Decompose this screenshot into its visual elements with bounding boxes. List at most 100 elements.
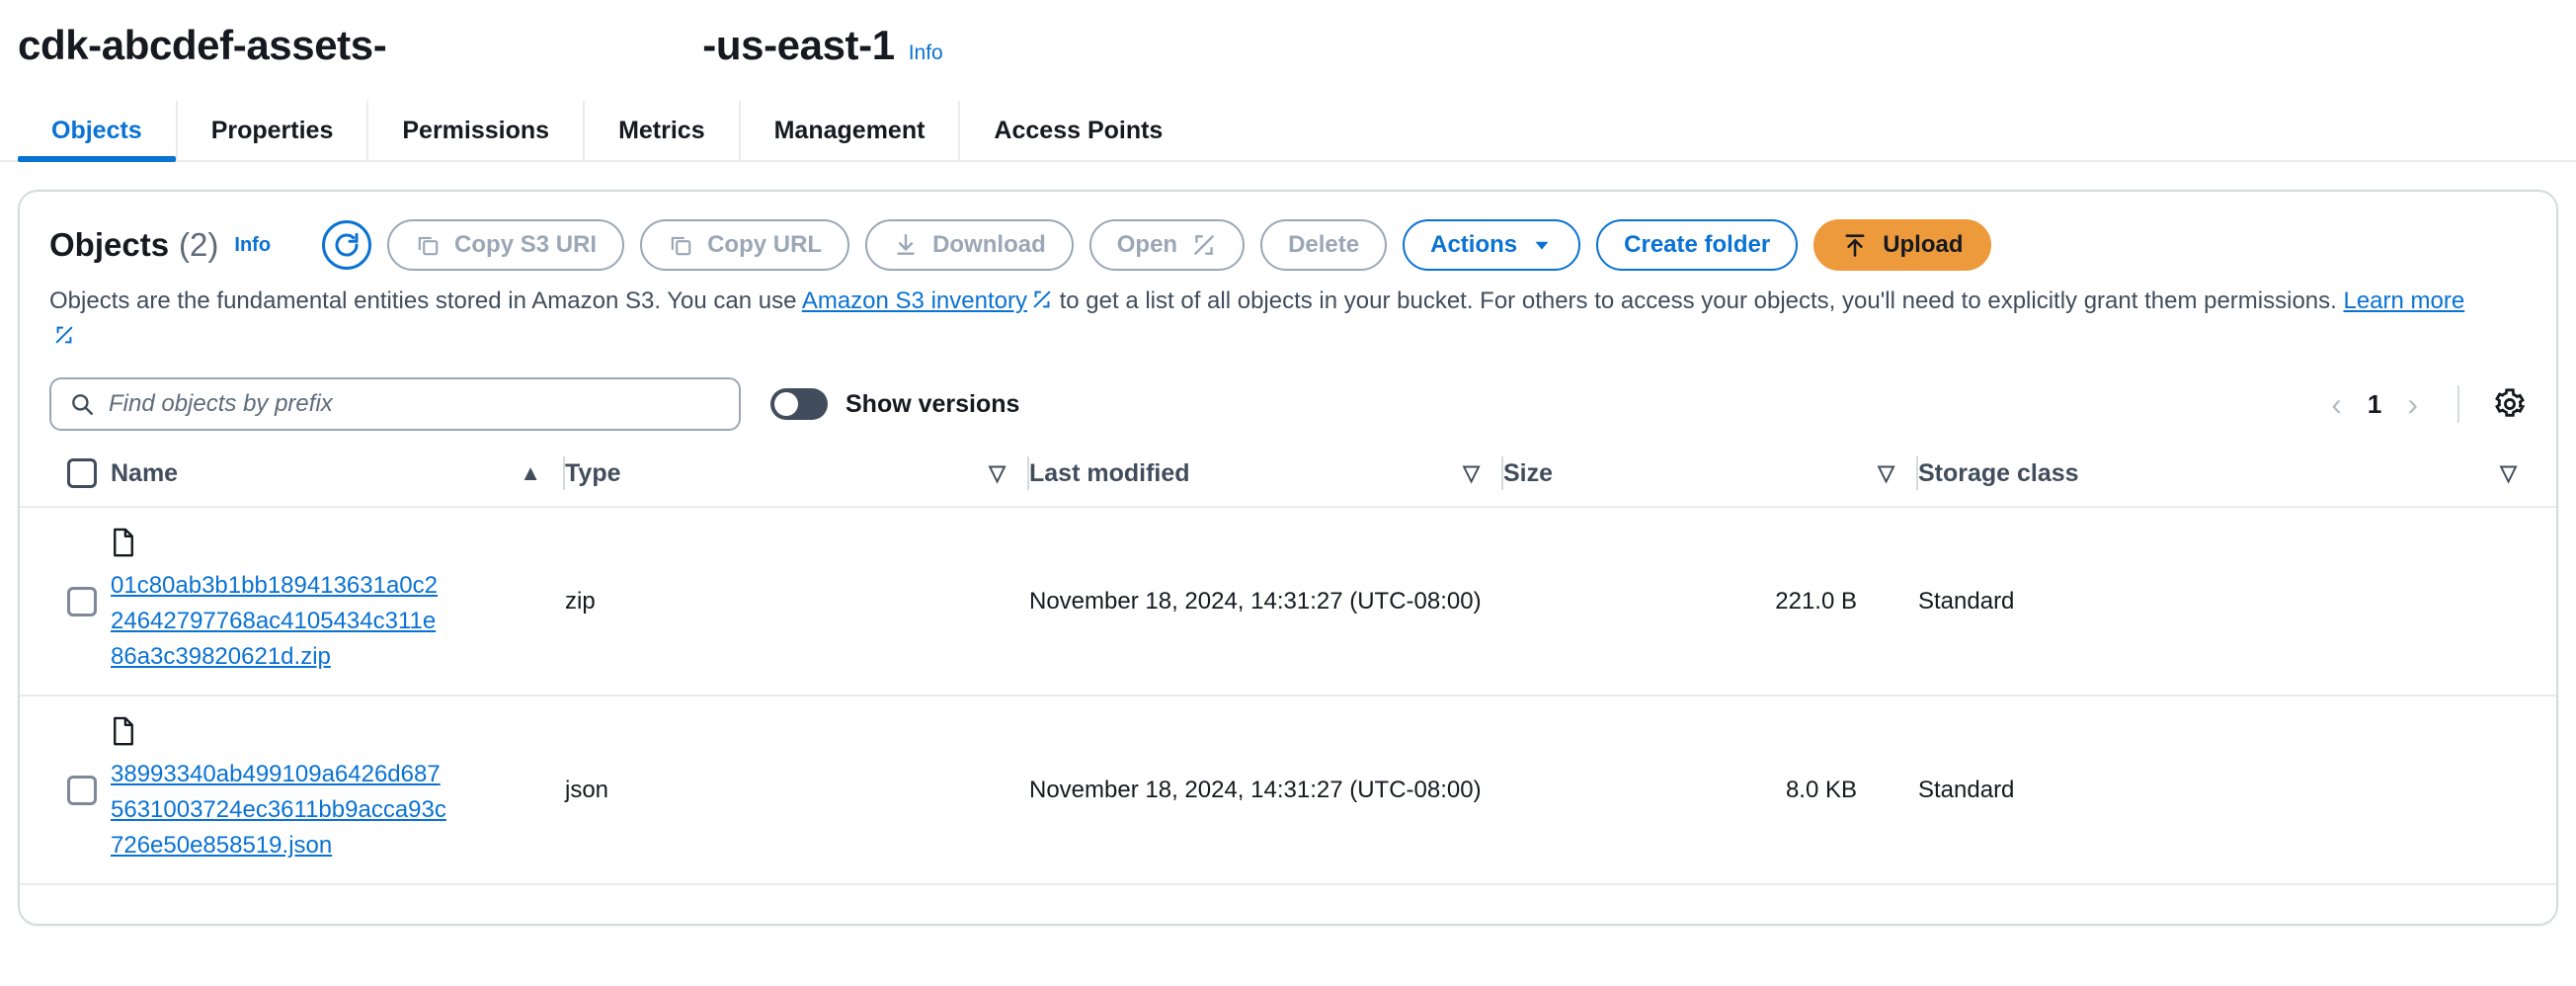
tab-objects-label: Objects — [51, 116, 142, 144]
row-checkbox[interactable] — [67, 775, 97, 805]
tab-metrics[interactable]: Metrics — [585, 101, 741, 160]
objects-table-body: 01c80ab3b1bb189413631a0c224642797768ac41… — [20, 507, 2556, 886]
copy-s3-uri-button[interactable]: Copy S3 URI — [387, 219, 625, 271]
objects-panel: Objects (2) Info Copy S3 URI Copy URL Do… — [18, 190, 2558, 926]
upload-label: Upload — [1883, 231, 1964, 258]
pagination: ‹ 1 › — [2325, 385, 2527, 424]
tab-access-points-label: Access Points — [994, 116, 1164, 144]
external-link-icon — [1031, 287, 1053, 320]
show-versions-toggle[interactable]: Show versions — [770, 388, 1020, 421]
download-icon — [897, 234, 915, 255]
refresh-icon — [335, 232, 359, 257]
table-row: 38993340ab499109a6426d6875631003724ec361… — [20, 696, 2556, 886]
pager-divider — [2457, 385, 2459, 424]
open-button[interactable]: Open — [1088, 219, 1246, 271]
amazon-s3-inventory-link[interactable]: Amazon S3 inventory — [802, 288, 1027, 314]
chevron-down-icon — [1535, 241, 1549, 250]
search-objects-box[interactable] — [49, 377, 741, 432]
bucket-name-suffix: -us-east-1 — [702, 22, 895, 68]
object-name-link[interactable]: 38993340ab499109a6426d6875631003724ec361… — [111, 757, 446, 863]
tab-management-label: Management — [773, 116, 926, 144]
page-number[interactable]: 1 — [2368, 389, 2381, 420]
sort-icon: ▽ — [989, 460, 1006, 486]
column-name-label: Name — [111, 458, 179, 487]
copy-s3-uri-label: Copy S3 URI — [454, 231, 598, 258]
actions-label: Actions — [1430, 231, 1518, 258]
previous-page-button[interactable]: ‹ — [2325, 388, 2348, 420]
row-select-cell — [20, 696, 111, 886]
description-text-part2: to get a list of all objects in your buc… — [1052, 288, 2344, 314]
copy-url-label: Copy URL — [707, 231, 823, 258]
row-last-modified-cell: November 18, 2024, 14:31:27 (UTC-08:00) — [1029, 696, 1503, 886]
tab-properties-label: Properties — [210, 116, 334, 144]
download-button[interactable]: Download — [865, 219, 1074, 271]
delete-label: Delete — [1288, 231, 1360, 258]
next-page-button[interactable]: › — [2401, 388, 2424, 420]
tab-access-points[interactable]: Access Points — [960, 101, 1196, 160]
tab-objects[interactable]: Objects — [18, 101, 178, 162]
upload-button[interactable]: Upload — [1813, 219, 1991, 271]
objects-table: Name ▲ Type ▽ Last modified ▽ Size ▽ Sto… — [20, 447, 2556, 886]
column-size-label: Size — [1503, 458, 1554, 487]
download-label: Download — [932, 231, 1046, 258]
object-name-link[interactable]: 01c80ab3b1bb189413631a0c224642797768ac41… — [111, 568, 446, 675]
tab-management[interactable]: Management — [741, 101, 961, 160]
tab-properties[interactable]: Properties — [178, 101, 369, 160]
bucket-name-prefix: cdk-abcdef-assets- — [18, 22, 387, 68]
learn-more-link[interactable]: Learn more — [2343, 288, 2464, 314]
copy-url-button[interactable]: Copy URL — [640, 219, 850, 271]
objects-panel-title: Objects — [49, 226, 170, 263]
row-checkbox[interactable] — [67, 586, 97, 616]
sort-icon: ▽ — [1878, 460, 1894, 486]
column-storage-class-label: Storage class — [1918, 458, 2079, 487]
row-size-cell: 221.0 B — [1503, 507, 1918, 698]
copy-icon — [418, 236, 439, 256]
tab-metrics-label: Metrics — [618, 116, 705, 144]
row-storage-class-cell: Standard — [1918, 507, 2556, 698]
row-storage-class-cell: Standard — [1918, 696, 2556, 886]
objects-panel-header: Objects (2) Info Copy S3 URI Copy URL Do… — [20, 192, 2556, 271]
objects-info-link[interactable]: Info — [234, 234, 271, 257]
toggle-knob — [774, 392, 798, 417]
page-title: cdk-abcdef-assets- -us-east-1 — [18, 22, 895, 69]
preferences-button[interactable] — [2493, 387, 2527, 421]
tab-permissions-label: Permissions — [402, 116, 550, 144]
row-name-cell: 38993340ab499109a6426d6875631003724ec361… — [111, 696, 565, 886]
actions-button[interactable]: Actions — [1403, 219, 1581, 271]
create-folder-label: Create folder — [1624, 231, 1771, 258]
toggle-track — [770, 388, 828, 421]
select-all-header — [20, 447, 111, 509]
copy-icon — [671, 236, 691, 256]
upload-icon — [1845, 234, 1865, 257]
objects-filter-row: Show versions ‹ 1 › — [20, 356, 2556, 432]
column-last-modified-label: Last modified — [1029, 458, 1190, 487]
objects-table-header: Name ▲ Type ▽ Last modified ▽ Size ▽ Sto… — [20, 447, 2556, 509]
search-input[interactable] — [109, 390, 721, 419]
file-icon — [111, 716, 565, 753]
refresh-button[interactable] — [322, 220, 372, 270]
tab-permissions[interactable]: Permissions — [368, 101, 586, 160]
table-header-row: Name ▲ Type ▽ Last modified ▽ Size ▽ Sto… — [20, 447, 2556, 509]
gear-icon — [2495, 388, 2526, 417]
column-header-size[interactable]: Size ▽ — [1503, 447, 1918, 509]
create-folder-button[interactable]: Create folder — [1596, 219, 1799, 271]
delete-button[interactable]: Delete — [1260, 219, 1388, 271]
row-last-modified-cell: November 18, 2024, 14:31:27 (UTC-08:00) — [1029, 507, 1503, 698]
row-name-cell: 01c80ab3b1bb189413631a0c224642797768ac41… — [111, 507, 565, 698]
column-header-name[interactable]: Name ▲ — [111, 447, 565, 509]
external-link-icon — [53, 322, 75, 356]
bucket-info-link[interactable]: Info — [909, 41, 943, 65]
column-header-type[interactable]: Type ▽ — [565, 447, 1029, 509]
column-header-last-modified[interactable]: Last modified ▽ — [1029, 447, 1503, 509]
tab-bar: Objects Properties Permissions Metrics M… — [0, 101, 2576, 162]
column-type-label: Type — [565, 458, 621, 487]
row-type-cell: zip — [565, 507, 1029, 698]
description-text-part1: Objects are the fundamental entities sto… — [49, 288, 802, 314]
sort-icon: ▽ — [2500, 460, 2517, 486]
select-all-checkbox[interactable] — [67, 458, 97, 489]
objects-description: Objects are the fundamental entities sto… — [20, 271, 2519, 356]
show-versions-label: Show versions — [845, 389, 1020, 418]
column-header-storage-class[interactable]: Storage class ▽ — [1918, 447, 2556, 509]
row-size-cell: 8.0 KB — [1503, 696, 1918, 886]
sort-ascending-icon: ▲ — [520, 460, 541, 486]
